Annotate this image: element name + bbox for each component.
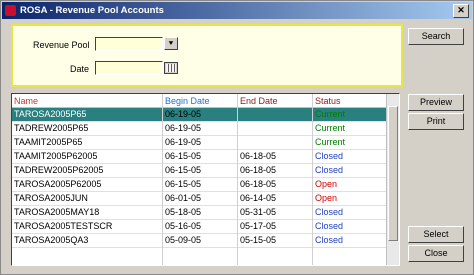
cell-status: Closed [315,235,344,245]
cell-status: Current [315,123,346,133]
cell-status: Closed [315,151,344,161]
revenue-pool-grid: Name Begin Date End Date Status TAROSA20… [11,93,400,266]
cell-begin: 06-19-05 [165,123,202,133]
opera-app-icon [5,5,16,16]
date-input[interactable] [95,61,163,75]
cell-begin: 06-01-05 [165,193,202,203]
revenue-pool-input[interactable] [95,37,163,51]
chevron-down-icon: ⯆ [167,39,175,48]
cell-status: Closed [315,207,344,217]
revenue-pool-label: Revenue Pool [33,40,90,50]
cell-begin: 05-09-05 [165,235,202,245]
cell-status: Current [315,137,346,147]
table-row[interactable]: TADREW2005P65 06-19-05 Current [12,122,389,136]
table-row[interactable]: TAAMIT2005P65 06-19-05 Current [12,136,389,150]
column-header-name[interactable]: Name [14,96,38,106]
cell-end: 06-18-05 [240,179,277,189]
column-header-end-date[interactable]: End Date [240,96,278,106]
table-row[interactable]: TAROSA2005JUN 06-01-05 06-14-05 Open [12,192,389,206]
cell-name: TAROSA2005QA3 [14,235,89,245]
cell-name: TAROSA2005P65 [14,109,87,119]
table-row[interactable]: TAROSA2005QA3 05-09-05 05-15-05 Closed [12,234,389,248]
calendar-icon [166,64,176,72]
cell-status: Current [315,109,346,119]
cell-begin: 05-18-05 [165,207,202,217]
table-row[interactable]: TAAMIT2005P62005 06-15-05 06-18-05 Closed [12,150,389,164]
cell-begin: 06-19-05 [165,109,202,119]
table-row[interactable]: TADREW2005P62005 06-15-05 06-18-05 Closed [12,164,389,178]
vertical-scrollbar[interactable] [386,94,399,265]
column-header-status[interactable]: Status [315,96,341,106]
cell-name: TAAMIT2005P65 [14,137,83,147]
cell-name: TADREW2005P62005 [14,165,104,175]
cell-begin: 06-15-05 [165,165,202,175]
table-row[interactable]: TAROSA2005P62005 06-15-05 06-18-05 Open [12,178,389,192]
cell-name: TAAMIT2005P62005 [14,151,98,161]
calendar-button[interactable] [164,62,178,74]
window-title: ROSA - Revenue Pool Accounts [20,5,164,16]
cell-end: 05-15-05 [240,235,277,245]
column-header-begin-date[interactable]: Begin Date [165,96,210,106]
select-button[interactable]: Select [408,226,464,243]
cell-name: TAROSA2005MAY18 [14,207,100,217]
cell-end: 05-17-05 [240,221,277,231]
cell-end: 06-18-05 [240,151,277,161]
scrollbar-thumb[interactable] [388,106,398,241]
column-divider [162,94,163,265]
search-button[interactable]: Search [408,28,464,45]
column-divider [237,94,238,265]
table-row[interactable]: TAROSA2005MAY18 05-18-05 05-31-05 Closed [12,206,389,220]
cell-status: Open [315,179,338,189]
close-button[interactable]: Close [408,245,464,262]
cell-status: Closed [315,165,344,175]
close-window-icon[interactable]: ✕ [453,4,469,18]
date-label: Date [70,64,90,74]
cell-begin: 05-16-05 [165,221,202,231]
cell-begin: 06-19-05 [165,137,202,147]
filter-panel: Revenue Pool ⯆ Date [11,24,403,87]
cell-end: 06-14-05 [240,193,277,203]
cell-status: Closed [315,221,344,231]
revenue-pool-accounts-window: ROSA - Revenue Pool Accounts ✕ Revenue P… [0,0,474,275]
cell-end: 05-31-05 [240,207,277,217]
cell-end: 06-18-05 [240,165,277,175]
title-bar[interactable]: ROSA - Revenue Pool Accounts ✕ [2,2,472,19]
grid-header: Name Begin Date End Date Status [12,94,389,108]
cell-name: TAROSA2005JUN [14,193,88,203]
cell-name: TADREW2005P65 [14,123,89,133]
revenue-pool-dropdown-button[interactable]: ⯆ [164,37,178,50]
cell-name: TAROSA2005TESTSCR [14,221,113,231]
column-divider [312,94,313,265]
preview-button[interactable]: Preview [408,94,464,111]
cell-begin: 06-15-05 [165,179,202,189]
table-row[interactable]: TAROSA2005P65 06-19-05 Current [12,108,389,122]
print-button[interactable]: Print [408,113,464,130]
table-row[interactable]: TAROSA2005TESTSCR 05-16-05 05-17-05 Closed [12,220,389,234]
cell-begin: 06-15-05 [165,151,202,161]
cell-name: TAROSA2005P62005 [14,179,102,189]
cell-status: Open [315,193,338,203]
